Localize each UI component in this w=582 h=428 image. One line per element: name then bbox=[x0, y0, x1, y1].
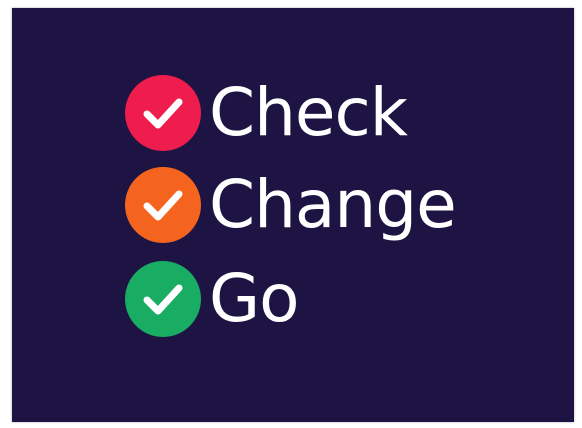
checkmark-icon bbox=[143, 190, 183, 221]
go-label: Go bbox=[209, 260, 300, 337]
checkmark-icon bbox=[143, 284, 183, 315]
change-row: Change bbox=[125, 163, 457, 247]
check-label: Check bbox=[209, 74, 408, 151]
change-label: Change bbox=[209, 166, 457, 243]
go-badge bbox=[125, 261, 201, 337]
checkmark-icon bbox=[143, 98, 183, 129]
change-badge bbox=[125, 167, 201, 243]
go-row: Go bbox=[125, 257, 300, 341]
logo-panel: Check Change Go bbox=[12, 8, 574, 422]
check-badge bbox=[125, 75, 201, 151]
check-row: Check bbox=[125, 71, 408, 155]
